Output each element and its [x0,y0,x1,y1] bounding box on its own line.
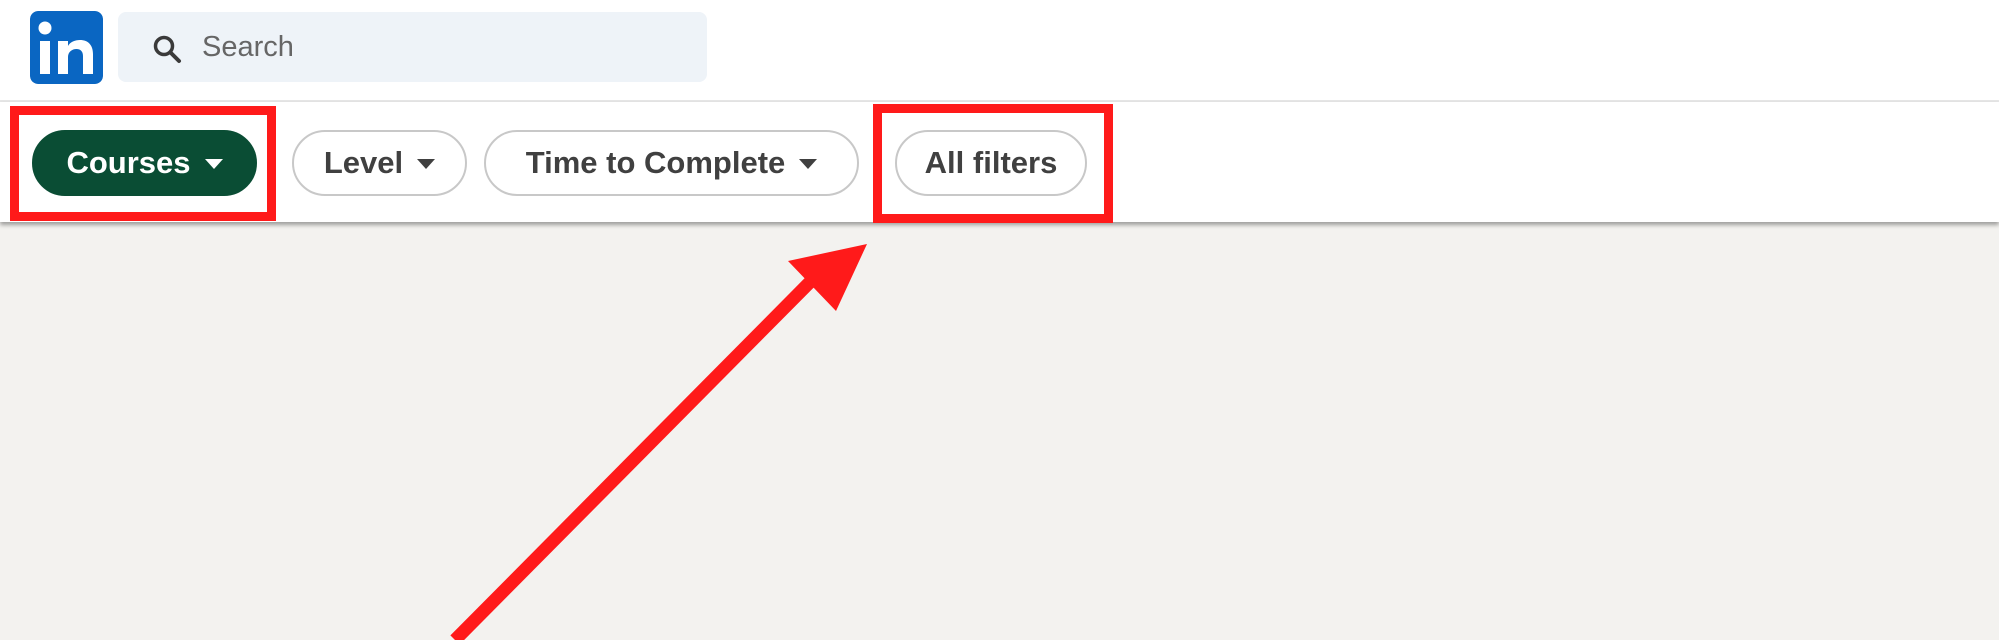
courses-filter-label: Courses [66,145,191,180]
all-filters-label: All filters [924,145,1058,180]
filter-bar: Courses Level Time to Complete All filte… [0,102,1999,222]
top-navigation-bar: Search [0,0,1999,102]
level-filter-button[interactable]: Level [292,130,467,196]
arrow-head [788,244,867,311]
all-filters-button[interactable]: All filters [895,130,1087,196]
caret-down-icon [417,159,436,169]
time-to-complete-filter-button[interactable]: Time to Complete [484,130,859,196]
courses-filter-button[interactable]: Courses [32,130,257,196]
caret-down-icon [799,159,818,169]
level-filter-label: Level [323,145,404,180]
linkedin-logo-icon[interactable] [30,11,103,84]
search-input[interactable]: Search [202,30,294,64]
search-bar[interactable]: Search [118,12,707,82]
search-icon [153,35,181,63]
time-to-complete-filter-label: Time to Complete [525,145,786,180]
arrow-shaft [450,274,818,640]
linkedin-logo-graphic [30,11,103,84]
caret-down-icon [204,159,223,169]
